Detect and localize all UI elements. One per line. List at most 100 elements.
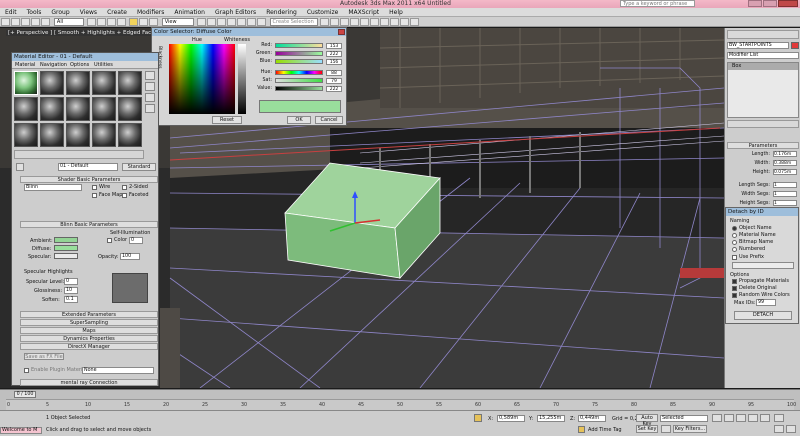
- opacity-spinner[interactable]: 100: [120, 253, 140, 260]
- key-filters-button[interactable]: Key Filters...: [673, 425, 707, 433]
- wire-checkbox[interactable]: [92, 185, 97, 190]
- green-slider[interactable]: [275, 51, 323, 56]
- whiteness-bar[interactable]: [238, 44, 246, 114]
- menu-material[interactable]: Material: [15, 62, 35, 68]
- dynamics-properties-rollout[interactable]: Dynamics Properties: [20, 335, 158, 342]
- material-slot-3[interactable]: [66, 71, 90, 95]
- glossiness-spinner[interactable]: 10: [64, 287, 78, 294]
- unlink-icon[interactable]: [31, 18, 40, 26]
- ok-button[interactable]: OK: [287, 116, 311, 124]
- value-slider[interactable]: [275, 86, 323, 91]
- undo-icon[interactable]: [1, 18, 10, 26]
- detach-button[interactable]: DETACH: [734, 311, 792, 320]
- render-setup-icon[interactable]: [390, 18, 400, 26]
- blue-spinner[interactable]: 156: [326, 59, 342, 65]
- material-slot-1[interactable]: [14, 71, 38, 95]
- use-prefix-checkbox[interactable]: [732, 255, 737, 260]
- specular-level-spinner[interactable]: 0: [64, 278, 78, 285]
- pick-material-icon[interactable]: [16, 163, 24, 171]
- material-slot-7[interactable]: [40, 97, 64, 121]
- z-coordinate-field[interactable]: 0,449m: [578, 415, 606, 422]
- material-slot-9[interactable]: [92, 97, 116, 121]
- x-coordinate-field[interactable]: 0,589m: [497, 415, 525, 422]
- sat-slider[interactable]: [275, 78, 323, 83]
- menu-navigation[interactable]: Navigation: [40, 62, 67, 68]
- height-spinner[interactable]: 0.075m: [773, 169, 797, 175]
- maxscript-listener[interactable]: Welcome to M: [0, 427, 42, 434]
- mirror-icon[interactable]: [320, 18, 330, 26]
- mental-ray-connection-rollout[interactable]: mental ray Connection: [20, 379, 158, 386]
- parameters-rollout[interactable]: Parameters: [727, 142, 799, 149]
- object-name-radio[interactable]: [732, 226, 737, 231]
- random-wire-colors-checkbox[interactable]: [732, 293, 737, 298]
- material-slot-15[interactable]: [118, 123, 142, 147]
- backlight-icon[interactable]: [145, 82, 155, 91]
- window-crossing-icon[interactable]: [116, 18, 126, 26]
- percent-snap-icon[interactable]: [246, 18, 256, 26]
- select-object-icon[interactable]: [86, 18, 96, 26]
- material-slot-13[interactable]: [66, 123, 90, 147]
- hue-spectrum[interactable]: [169, 44, 235, 114]
- redo-icon[interactable]: [11, 18, 20, 26]
- material-slot-8[interactable]: [66, 97, 90, 121]
- menu-item-rendering[interactable]: Rendering: [261, 8, 302, 17]
- auto-key-button[interactable]: Auto Key: [636, 414, 658, 427]
- stack-item-box[interactable]: Box: [728, 63, 798, 70]
- pivot-icon[interactable]: [196, 18, 206, 26]
- move-icon[interactable]: [128, 18, 138, 26]
- angle-snap-icon[interactable]: [236, 18, 246, 26]
- length-spinner[interactable]: 0.176m: [773, 151, 797, 157]
- curve-editor-icon[interactable]: [360, 18, 370, 26]
- material-name-field[interactable]: 01 - Default: [58, 163, 118, 171]
- material-slot-14[interactable]: [92, 123, 116, 147]
- save-fx-button[interactable]: Save as FX File: [24, 353, 64, 360]
- time-slider[interactable]: 0 / 100: [14, 391, 36, 398]
- select-by-name-icon[interactable]: [96, 18, 106, 26]
- menu-item-customize[interactable]: Customize: [302, 8, 344, 17]
- menu-item-tools[interactable]: Tools: [22, 8, 47, 17]
- set-key-button[interactable]: Set Key: [636, 425, 658, 433]
- prefix-field[interactable]: [732, 262, 794, 269]
- sat-spinner[interactable]: 79: [326, 78, 342, 84]
- soften-spinner[interactable]: 0.1: [64, 296, 78, 303]
- go-to-start-icon[interactable]: [712, 414, 722, 422]
- pan-icon[interactable]: [774, 425, 784, 433]
- blue-slider[interactable]: [275, 59, 323, 64]
- material-name-radio[interactable]: [732, 233, 737, 238]
- sample-type-icon[interactable]: [145, 71, 155, 80]
- material-type-button[interactable]: Standard: [122, 163, 156, 171]
- lock-selection-icon[interactable]: [474, 414, 482, 422]
- spinner-snap-icon[interactable]: [256, 18, 266, 26]
- manipulate-icon[interactable]: [206, 18, 216, 26]
- rotate-icon[interactable]: [138, 18, 148, 26]
- menu-options[interactable]: Options: [70, 62, 89, 68]
- previous-frame-icon[interactable]: [724, 414, 734, 422]
- ref-coord-dropdown[interactable]: View: [161, 18, 194, 26]
- extended-parameters-rollout[interactable]: Extended Parameters: [20, 311, 158, 318]
- green-spinner[interactable]: 222: [326, 51, 342, 57]
- play-icon[interactable]: [736, 414, 746, 422]
- hue-slider[interactable]: [275, 70, 323, 75]
- bind-space-warp-icon[interactable]: [41, 18, 50, 26]
- material-slot-12[interactable]: [40, 123, 64, 147]
- layer-manager-icon[interactable]: [340, 18, 350, 26]
- menu-item-views[interactable]: Views: [75, 8, 102, 17]
- material-slot-6[interactable]: [14, 97, 38, 121]
- height-segs-spinner[interactable]: 1: [773, 200, 797, 206]
- shader-dropdown[interactable]: Blinn: [24, 184, 82, 191]
- menu-item-group[interactable]: Group: [46, 8, 74, 17]
- numbered-radio[interactable]: [732, 247, 737, 252]
- red-slider[interactable]: [275, 43, 323, 48]
- hue-spinner[interactable]: 88: [326, 70, 342, 76]
- add-time-tag-label[interactable]: Add Time Tag: [588, 427, 622, 433]
- align-icon[interactable]: [330, 18, 340, 26]
- plugin-dropdown[interactable]: None: [82, 367, 154, 374]
- length-segs-spinner[interactable]: 1: [773, 182, 797, 188]
- maps-rollout[interactable]: Maps: [20, 327, 158, 334]
- self-illum-spinner[interactable]: 0: [129, 237, 143, 244]
- menu-item-animation[interactable]: Animation: [169, 8, 210, 17]
- menu-item-help[interactable]: Help: [384, 8, 408, 17]
- specular-swatch[interactable]: [54, 253, 78, 259]
- viewport-label[interactable]: [+ Perspective ] [ Smooth + Highlights +…: [6, 30, 164, 36]
- menu-utilities[interactable]: Utilities: [94, 62, 113, 68]
